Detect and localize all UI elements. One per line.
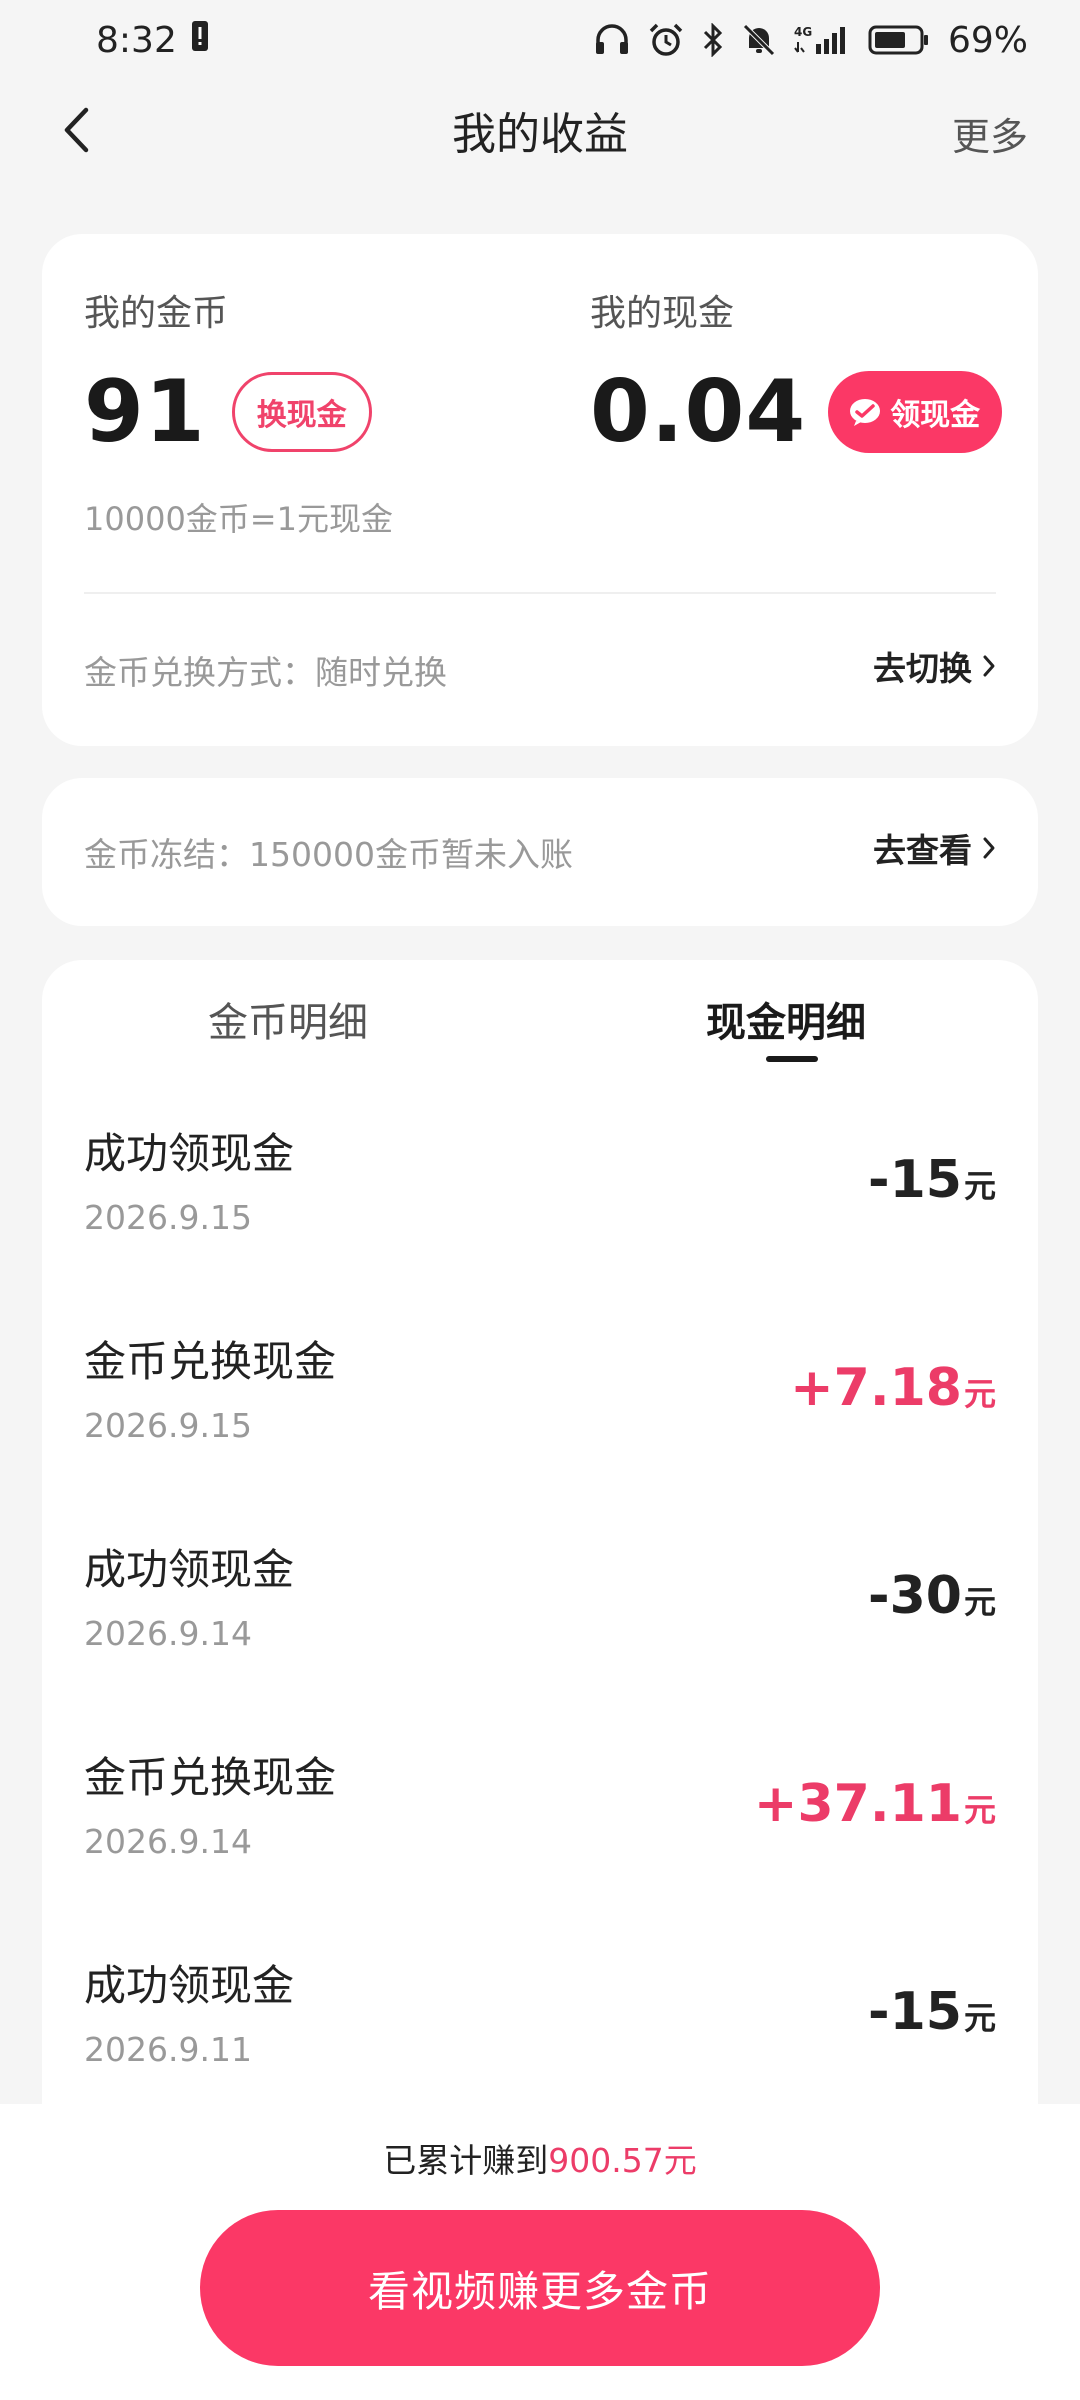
record-date: 2026.9.15	[84, 1198, 252, 1237]
record-amount: -15 元	[868, 1150, 996, 1210]
coins-section: 我的金币 91 换现金	[84, 284, 372, 462]
record-amount: -15 元	[868, 1982, 996, 2042]
view-frozen-label: 去查看	[873, 831, 972, 870]
record-amount-unit: 元	[963, 1999, 996, 2037]
record-amount-unit: 元	[963, 1791, 996, 1829]
exchange-rate: 10000金币=1元现金	[84, 500, 393, 538]
bottom-bar: 已累计赚到900.57元 看视频赚更多金币	[0, 2104, 1080, 2400]
status-right: 4G 69%	[594, 20, 1028, 61]
total-earned-prefix: 已累计赚到	[383, 2141, 549, 2180]
list-item[interactable]: 成功领现金 2026.9.15 -15 元	[42, 1120, 1038, 1328]
cash-label: 我的现金	[590, 293, 735, 334]
cash-row: 0.04 领现金	[590, 362, 1003, 462]
back-button[interactable]	[48, 102, 104, 158]
sim-alert-icon	[191, 20, 209, 61]
status-time: 8:32	[96, 19, 177, 61]
chevron-right-icon	[983, 655, 995, 677]
exchange-cash-button[interactable]: 换现金	[231, 372, 372, 452]
details-card: 金币明细 现金明细 成功领现金 2026.9.15 -15 元 金币兑换现金 20…	[42, 960, 1038, 2160]
record-date: 2026.9.11	[84, 2030, 252, 2069]
record-amount-value: +37.11	[753, 1774, 962, 1834]
coins-value: 91	[84, 362, 206, 462]
bluetooth-icon	[702, 23, 724, 57]
svg-text:4G: 4G	[794, 25, 812, 39]
frozen-coins-card: 金币冻结：150000金币暂未入账 去查看	[42, 778, 1038, 926]
record-date: 2026.9.15	[84, 1406, 252, 1445]
status-bar: 8:32 4G 69%	[0, 0, 1080, 80]
cash-value: 0.04	[590, 362, 807, 462]
record-amount-value: -15	[868, 1150, 962, 1210]
nav-bar: 我的收益 更多	[0, 80, 1080, 180]
active-tab-indicator	[766, 1056, 818, 1062]
record-amount-value: -30	[868, 1566, 962, 1626]
list-item[interactable]: 金币兑换现金 2026.9.14 +37.11 元	[42, 1744, 1038, 1952]
record-title: 成功领现金	[84, 1129, 295, 1178]
more-button[interactable]: 更多	[952, 106, 1028, 161]
record-amount: +7.18 元	[790, 1358, 996, 1418]
chevron-left-icon	[64, 107, 89, 153]
record-title: 成功领现金	[84, 1545, 295, 1594]
record-amount-unit: 元	[963, 1583, 996, 1621]
record-amount: -30 元	[868, 1566, 996, 1626]
list-item[interactable]: 金币兑换现金 2026.9.15 +7.18 元	[42, 1328, 1038, 1536]
cash-section: 我的现金 0.04 领现金	[590, 284, 1003, 462]
record-date: 2026.9.14	[84, 1822, 252, 1861]
signal-4g-icon: 4G	[794, 24, 850, 56]
mute-bell-icon	[742, 23, 776, 57]
balance-card: 我的金币 91 换现金 我的现金 0.04 领现金 10000金币=1元现金 金…	[42, 234, 1038, 746]
chevron-right-icon	[983, 837, 995, 859]
records-list: 成功领现金 2026.9.15 -15 元 金币兑换现金 2026.9.15 +7…	[42, 1120, 1038, 2160]
coins-label: 我的金币	[84, 293, 229, 334]
tab-cash-details[interactable]: 现金明细	[706, 990, 866, 1048]
withdraw-label: 领现金	[890, 398, 981, 433]
view-frozen-link[interactable]: 去查看	[873, 824, 996, 872]
total-earned: 已累计赚到900.57元	[0, 2134, 1080, 2182]
record-amount: +37.11 元	[754, 1774, 996, 1834]
watch-video-button[interactable]: 看视频赚更多金币	[200, 2210, 880, 2366]
alarm-icon	[648, 23, 684, 57]
record-title: 金币兑换现金	[84, 1753, 337, 1802]
withdraw-cash-button[interactable]: 领现金	[828, 371, 1003, 453]
record-amount-unit: 元	[963, 1167, 996, 1205]
total-earned-amount: 900.57元	[548, 2141, 697, 2180]
coins-row: 91 换现金	[84, 362, 372, 462]
status-left: 8:32	[96, 20, 209, 61]
switch-mode-label: 去切换	[873, 649, 972, 688]
tab-coin-details[interactable]: 金币明细	[208, 990, 368, 1048]
battery-icon	[868, 24, 930, 56]
record-title: 金币兑换现金	[84, 1337, 337, 1386]
frozen-coins-text: 金币冻结：150000金币暂未入账	[84, 835, 573, 874]
exchange-mode-text: 金币兑换方式：随时兑换	[84, 653, 447, 692]
record-amount-unit: 元	[963, 1375, 996, 1413]
record-amount-value: +7.18	[790, 1358, 962, 1418]
record-date: 2026.9.14	[84, 1614, 252, 1653]
record-amount-value: -15	[868, 1982, 962, 2042]
record-title: 成功领现金	[84, 1961, 295, 2010]
battery-percentage: 69%	[947, 19, 1028, 61]
divider	[84, 592, 996, 594]
wechat-icon	[850, 399, 881, 426]
details-tabs: 金币明细 现金明细	[42, 960, 1038, 1070]
headphones-icon	[594, 24, 630, 56]
page-title: 我的收益	[452, 109, 628, 160]
switch-mode-link[interactable]: 去切换	[873, 642, 996, 690]
list-item[interactable]: 成功领现金 2026.9.14 -30 元	[42, 1536, 1038, 1744]
